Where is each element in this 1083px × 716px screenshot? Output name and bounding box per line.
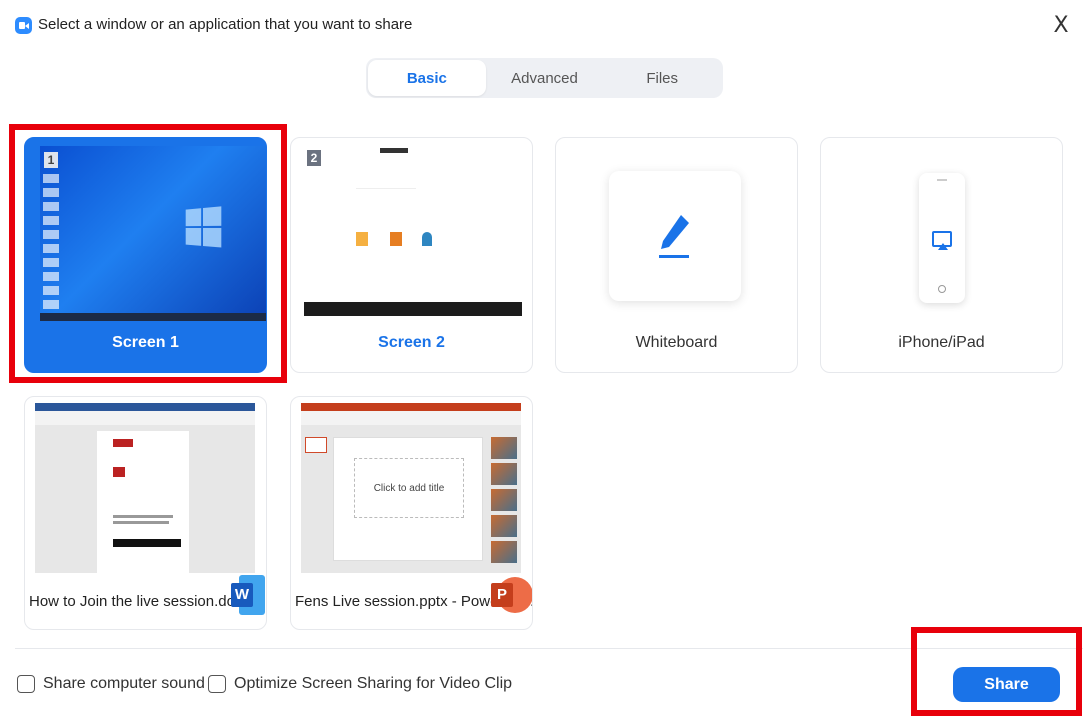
footer-divider <box>15 648 1083 649</box>
source-powerpoint-document[interactable]: Click to add title Fens Live session.ppt… <box>290 396 533 630</box>
source-screen-1[interactable]: 1 Screen 1 <box>24 137 267 373</box>
slide-title-placeholder: Click to add title <box>354 458 464 518</box>
screen-2-label: Screen 2 <box>378 334 445 351</box>
source-whiteboard[interactable]: Whiteboard <box>555 137 798 373</box>
powerpoint-thumbnail: Click to add title <box>301 403 521 573</box>
screen-2-thumbnail: 2 <box>304 146 522 316</box>
source-iphone-ipad[interactable]: iPhone/iPad <box>820 137 1063 373</box>
share-button[interactable]: Share <box>953 667 1060 702</box>
airplay-icon <box>932 231 952 250</box>
screen-number-badge: 1 <box>44 152 58 168</box>
optimize-video-checkbox[interactable] <box>208 675 226 693</box>
optimize-video-option[interactable]: Optimize Screen Sharing for Video Clip <box>208 675 512 693</box>
share-tabs: Basic Advanced Files <box>366 58 723 98</box>
close-button[interactable]: X <box>1047 12 1075 40</box>
windows-logo-icon <box>185 206 224 250</box>
tab-basic[interactable]: Basic <box>368 60 486 96</box>
window-title: Select a window or an application that y… <box>38 16 413 33</box>
screen-1-label: Screen 1 <box>112 334 179 351</box>
share-computer-sound-checkbox[interactable] <box>17 675 35 693</box>
screen-number-badge: 2 <box>307 150 321 166</box>
optimize-video-label: Optimize Screen Sharing for Video Clip <box>234 675 513 692</box>
whiteboard-preview <box>609 171 741 301</box>
pencil-icon <box>659 215 689 258</box>
desktop-icons <box>43 174 65 314</box>
zoom-camera-icon <box>15 17 32 34</box>
source-screen-2[interactable]: 2 Screen 2 <box>290 137 533 373</box>
share-computer-sound-option[interactable]: Share computer sound <box>17 675 205 693</box>
source-word-document[interactable]: How to Join the live session.docx... W <box>24 396 267 630</box>
word-icon: W <box>231 575 265 615</box>
whiteboard-label: Whiteboard <box>635 334 718 351</box>
iphone-ipad-label: iPhone/iPad <box>898 334 985 351</box>
tab-advanced[interactable]: Advanced <box>486 60 604 96</box>
taskbar <box>40 313 266 321</box>
home-button <box>938 285 946 293</box>
taskbar <box>304 302 522 316</box>
share-computer-sound-label: Share computer sound <box>43 675 205 692</box>
screen-1-thumbnail: 1 <box>40 146 266 321</box>
slide-preview: Click to add title <box>333 437 483 561</box>
title-bar: Select a window or an application that y… <box>0 0 1083 52</box>
word-document-label: How to Join the live session.docx... <box>29 593 263 610</box>
powerpoint-icon: P <box>491 575 532 615</box>
word-document-thumbnail <box>35 403 255 573</box>
tab-files[interactable]: Files <box>603 60 721 96</box>
phone-preview <box>919 173 965 303</box>
